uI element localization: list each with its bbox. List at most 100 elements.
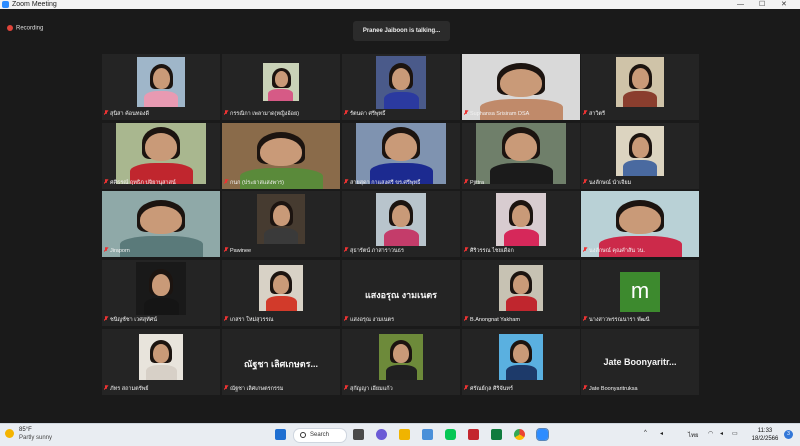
participant-name-text: ชนิญช์ชา เวศสุทัศน์ [110, 317, 157, 323]
muted-mic-icon [104, 247, 108, 253]
line-app-icon[interactable] [445, 429, 456, 440]
participant-name-text: สุกัญญา เอี่ยมแก้ว [350, 386, 393, 392]
participant-tile[interactable]: สุธารัตน์ ภาสาราวนธร [342, 191, 460, 257]
pdf-reader-icon[interactable] [468, 429, 479, 440]
recording-label: Recording [16, 25, 44, 32]
participant-name: เกสรา ใหม่สุวรรณ [224, 316, 276, 324]
participant-video [379, 334, 423, 380]
muted-mic-icon [224, 110, 228, 116]
participant-tile[interactable]: รัตนดา ศรีพุทธิ์ [342, 54, 460, 120]
participant-name-text: รัตนดา ศรีพุทธิ์ [350, 111, 386, 117]
participant-video [616, 126, 664, 176]
weather-desc: Partly sunny [19, 435, 53, 441]
muted-mic-icon [583, 385, 587, 391]
participant-name-text: สาวิตรี [589, 111, 606, 117]
participant-tile[interactable]: สายสุดา กาแสงศรี ขร.ศรีพุทธิ์ [342, 123, 460, 189]
participant-figure [120, 236, 203, 257]
chrome-icon[interactable] [514, 429, 525, 440]
participant-tile[interactable]: m นางสาวพรรณนารา พัฒนี [581, 260, 699, 326]
participant-name-text: ศศิธร​ณ์ ฤทธิภ ปจิยานุสาสน์ [110, 180, 176, 186]
chat-icon[interactable] [376, 429, 387, 440]
gallery-grid: สุนิสา ค้อนทองดี กรรณิกา เพลามาด(หญิงอ้อย… [102, 54, 699, 395]
participant-name-text: กรรณิกา เพลามาด(หญิงอ้อย) [230, 111, 300, 117]
notification-badge[interactable]: 3 [784, 430, 793, 439]
tray-overflow-icon[interactable]: ^ [644, 430, 647, 436]
participant-tile[interactable]: สุนิสา ค้อนทองดี [102, 54, 220, 120]
close-button[interactable]: ✕ [781, 0, 787, 9]
participant-video [499, 334, 543, 380]
participant-tile[interactable]: กรรณิกา เพลามาด(หญิงอ้อย) [222, 54, 340, 120]
zoom-app-icon [2, 1, 9, 8]
participant-figure [490, 163, 553, 184]
participant-name-text: สุธารัตน์ ภาสาราวนธร [350, 248, 404, 254]
participant-name: สุนิสา ค้อนทองดี [104, 110, 151, 118]
participant-figure [153, 68, 170, 89]
participant-tile[interactable]: ศรัณย์กุล ศิริจันทร์ [462, 329, 580, 395]
participant-tile[interactable]: ศศิธร​ณ์ ฤทธิภ ปจิยานุสาสน์ [102, 123, 220, 189]
volume-icon[interactable]: ◂ [720, 430, 723, 437]
muted-mic-icon [464, 110, 468, 116]
participant-name: ณัฐชา เลิศเกษตรกรรม [224, 385, 285, 393]
participant-video [376, 56, 426, 109]
muted-mic-icon [104, 316, 108, 322]
participant-name: กนก (ประยาสแสงพาร) [224, 179, 286, 187]
participant-figure [273, 205, 290, 226]
participant-tile[interactable]: ภัทร สถามตรัพย์ [102, 329, 220, 395]
participant-tile[interactable]: Pawinee [222, 191, 340, 257]
minimize-button[interactable]: — [737, 0, 744, 9]
participant-tile[interactable]: เกสรา ใหม่สุวรรณ [222, 260, 340, 326]
participant-name: ศิริวรรณ ไชยเดือก [464, 247, 516, 255]
participant-name: Jate Boonyaritruksa [583, 385, 640, 393]
meeting-view: Recording Pranee Jaiboon is talking... ส… [0, 9, 800, 423]
participant-tile[interactable]: Pjittra [462, 123, 580, 189]
task-view-icon[interactable] [353, 429, 364, 440]
excel-icon[interactable] [491, 429, 502, 440]
participant-figure [384, 229, 419, 246]
participant-figure [153, 344, 169, 363]
participant-tile[interactable]: Jiraporn [102, 191, 220, 257]
zoom-taskbar-icon[interactable] [536, 428, 549, 441]
participant-video [257, 194, 305, 244]
participant-name: ศศิธร​ณ์ ฤทธิภ ปจิยานุสาสน์ [104, 179, 178, 187]
participant-name: สาวิตรี [583, 110, 607, 118]
participant-tile[interactable]: นงลักษณ์ น่ำเจียม [581, 123, 699, 189]
participant-name: นงลักษณ์ คุณคำสัน วน. [583, 247, 647, 255]
recording-indicator[interactable]: Recording [7, 25, 43, 32]
participant-tile[interactable]: สาวิตรี [581, 54, 699, 120]
language-indicator[interactable]: ไทย [688, 430, 699, 440]
wifi-icon[interactable]: ◠ [708, 430, 713, 437]
participant-tile[interactable]: ศิริวรรณ ไชยเดือก [462, 191, 580, 257]
muted-mic-icon [104, 179, 108, 185]
participant-tile[interactable]: ชนิญช์ชา เวศสุทัศน์ [102, 260, 220, 326]
start-icon[interactable] [275, 429, 286, 440]
speaker-icon[interactable]: ◂ [660, 430, 663, 437]
participant-name-text: B.Anongnat Yakham [470, 317, 520, 323]
window-title: Zoom Meeting [12, 1, 57, 8]
file-explorer-icon[interactable] [399, 429, 410, 440]
participant-video [259, 265, 303, 311]
participant-tile[interactable]: ณัฐชา เลิศเกษตร... ณัฐชา เลิศเกษตรกรรม [222, 329, 340, 395]
participant-tile[interactable]: กนก (ประยาสแสงพาร) [222, 123, 340, 189]
participant-figure [152, 274, 170, 296]
calculator-icon[interactable] [422, 429, 433, 440]
participant-name: นงลักษณ์ น่ำเจียม [583, 179, 633, 187]
system-clock[interactable]: 11:33 18/2/2566 [747, 427, 783, 443]
muted-mic-icon [344, 179, 348, 185]
participant-tile[interactable]: B.Anongnat Yakham [462, 260, 580, 326]
maximize-button[interactable]: ☐ [759, 0, 765, 9]
participant-tile[interactable]: สุกัญญา เอี่ยมแก้ว [342, 329, 460, 395]
participant-tile[interactable]: Jate Boonyaritr... Jate Boonyaritruksa [581, 329, 699, 395]
muted-mic-icon [224, 385, 228, 391]
participant-figure [505, 133, 537, 161]
participant-name-text: แสงอรุณ งามเนตร [350, 317, 395, 323]
taskbar-search[interactable]: Search [293, 428, 347, 443]
participant-video [356, 123, 446, 184]
participant-tile[interactable]: นงลักษณ์ คุณคำสัน วน. [581, 191, 699, 257]
participant-name-text: นางสาวพรรณนารา พัฒนี [589, 317, 650, 323]
battery-icon[interactable]: ▭ [732, 430, 738, 437]
participant-tile[interactable]: แสงอรุณ งามเนตร แสงอรุณ งามเนตร [342, 260, 460, 326]
participant-name: ศรัณย์กุล ศิริจันทร์ [464, 385, 515, 393]
participant-name-text: ณัฐชา เลิศเกษตรกรรม [230, 386, 284, 392]
participant-tile[interactable]: Suphansa Srisiram DSA [462, 54, 580, 120]
muted-mic-icon [104, 110, 108, 116]
